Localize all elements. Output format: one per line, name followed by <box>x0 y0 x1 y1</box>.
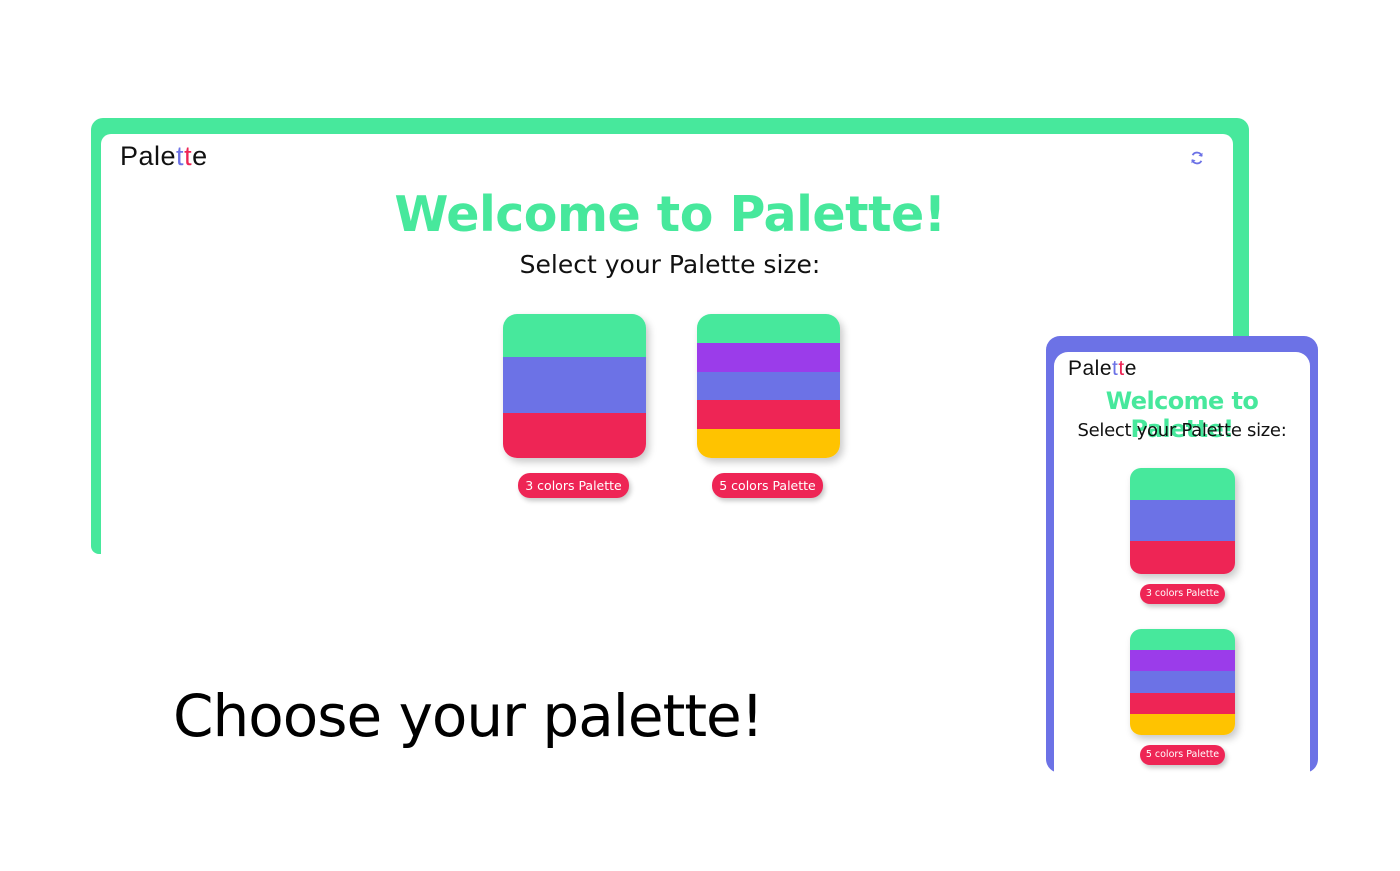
refresh-icon[interactable] <box>1189 150 1205 166</box>
palette-stripe <box>503 413 646 458</box>
palette-stripe <box>697 429 840 458</box>
palette-stripe <box>697 314 840 343</box>
canvas: Palette Welcome to Palette! Select your … <box>0 0 1400 871</box>
palette-stripe <box>1130 541 1235 574</box>
mobile-palette-5-colors-button[interactable]: 5 colors Palette <box>1140 745 1225 765</box>
palette-stripe <box>503 314 646 358</box>
logo-text-post: e <box>192 141 208 171</box>
promo-caption: Choose your palette! <box>173 682 764 750</box>
desktop-subtitle: Select your Palette size: <box>519 250 821 279</box>
mobile-palette-3-colors-tile[interactable] <box>1130 468 1235 574</box>
palette-stripe <box>1130 713 1235 735</box>
palette-stripe <box>1130 629 1235 651</box>
logo-letter-t2: t <box>184 141 193 171</box>
palette-stripe <box>1130 468 1235 500</box>
palette-stripe <box>1130 692 1235 714</box>
palette-5-colors-tile[interactable] <box>697 314 840 458</box>
palette-3-colors-tile[interactable] <box>503 314 646 458</box>
logo-text-post: e <box>1124 357 1137 380</box>
desktop-logo[interactable]: Palette <box>120 141 208 172</box>
logo-text-pre: Pale <box>1068 357 1113 380</box>
palette-stripe <box>697 400 840 430</box>
mobile-logo[interactable]: Palette <box>1068 357 1137 381</box>
desktop-welcome-title: Welcome to Palette! <box>394 186 946 243</box>
palette-stripe <box>1130 499 1235 542</box>
palette-stripe <box>697 342 840 372</box>
logo-letter-t1: t <box>176 141 185 171</box>
mobile-palette-3-colors-button[interactable]: 3 colors Palette <box>1140 584 1225 604</box>
palette-stripe <box>1130 671 1235 693</box>
palette-3-colors-button[interactable]: 3 colors Palette <box>518 473 629 498</box>
palette-stripe <box>1130 650 1235 672</box>
logo-text-pre: Pale <box>120 141 177 171</box>
mobile-subtitle: Select your Palette size: <box>1077 420 1287 441</box>
palette-5-colors-button[interactable]: 5 colors Palette <box>712 473 823 498</box>
palette-stripe <box>697 371 840 401</box>
palette-stripe <box>503 357 646 414</box>
mobile-palette-5-colors-tile[interactable] <box>1130 629 1235 735</box>
